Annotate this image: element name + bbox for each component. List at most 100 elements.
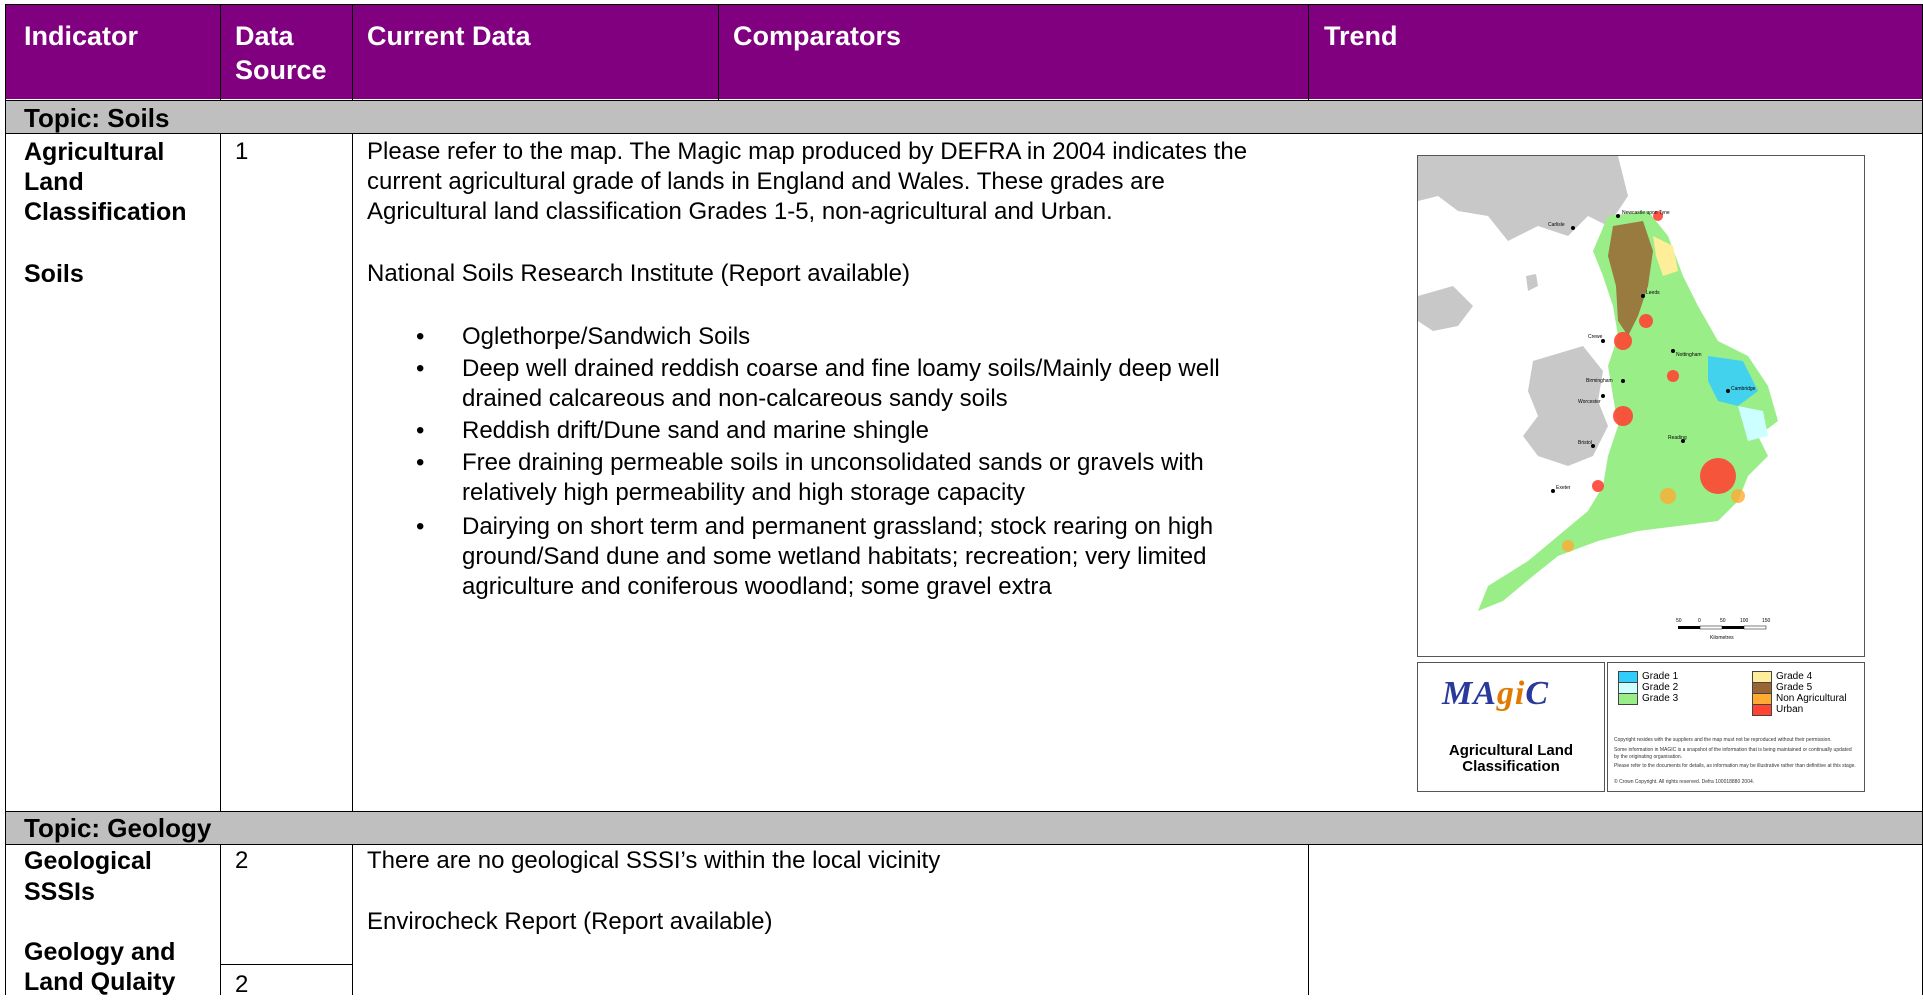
city-label: Bristol	[1578, 440, 1592, 446]
manchester-urban	[1614, 332, 1632, 350]
col-border	[352, 133, 353, 811]
alc-map: Newcastle upon Tyne Carlisle Leeds Crewe…	[1417, 155, 1865, 657]
non-ag-patch	[1562, 540, 1574, 552]
scotland-landmass	[1418, 156, 1628, 241]
ireland-landmass	[1418, 286, 1473, 331]
legend-label-grade3: Grade 3	[1642, 693, 1679, 704]
england-wales-map-svg: Newcastle upon Tyne Carlisle Leeds Crewe…	[1418, 156, 1778, 641]
bullet-dot-5: •	[416, 513, 425, 540]
city-dot	[1601, 394, 1605, 398]
city-dot	[1671, 349, 1675, 353]
non-ag-patch	[1660, 488, 1676, 504]
magic-logo-box: MAgiC Agricultural Land Classification	[1417, 662, 1605, 792]
geology-source-2: 2	[235, 971, 249, 998]
indicator-land-1: Geology and	[24, 938, 176, 966]
col-border	[352, 844, 353, 995]
scale-tick-label: 150	[1762, 618, 1771, 624]
col-border	[1308, 4, 1309, 100]
topic-geology: Topic: Geology	[24, 813, 212, 843]
bullet-2-line2: drained calcareous and non-calcareous sa…	[462, 385, 1008, 412]
logo-part-g: gi	[1496, 675, 1526, 712]
topic-soils-band	[5, 101, 1923, 133]
header-current-data: Current Data	[367, 21, 531, 51]
indicator-alc-2: Land	[24, 168, 84, 196]
bullet-5-line1: Dairying on short term and permanent gra…	[462, 513, 1214, 540]
city-label: Leeds	[1646, 290, 1660, 296]
leeds-urban	[1639, 314, 1653, 328]
topic-soils: Topic: Soils	[24, 103, 170, 133]
indicator-sssi-1: Geological	[24, 847, 152, 875]
scale-tick-label: 100	[1740, 618, 1749, 624]
indicator-land-2: Land Qulaity	[24, 968, 176, 996]
legend-swatch-urban	[1752, 704, 1772, 716]
col-border	[220, 133, 221, 811]
bullet-4-line1: Free draining permeable soils in unconso…	[462, 449, 1204, 476]
nottingham-urban	[1667, 370, 1679, 382]
copyright-2: Some information in MAGIC is a snapshot …	[1614, 747, 1852, 760]
bullet-1-line1: Oglethorpe/Sandwich Soils	[462, 323, 751, 350]
table-border-left	[5, 4, 6, 995]
scale-bar-white	[1743, 625, 1767, 630]
city-dot	[1621, 379, 1625, 383]
city-label: Worcester	[1578, 399, 1601, 405]
bullet-5-line3: agriculture and coniferous woodland; som…	[462, 573, 1052, 600]
col-border	[1308, 844, 1309, 995]
bullet-3-line1: Reddish drift/Dune sand and marine shing…	[462, 417, 929, 444]
scale-bar-black	[1678, 626, 1700, 629]
scale-tick-label: 50	[1720, 618, 1726, 624]
legend-title-2: Classification	[1462, 758, 1560, 775]
legend-label-urban: Urban	[1776, 704, 1804, 715]
city-dot	[1551, 489, 1555, 493]
london-urban	[1700, 458, 1736, 494]
geology-source-1: 2	[235, 847, 249, 874]
copyright-1: Copyright resides with the suppliers and…	[1614, 737, 1832, 743]
bullet-4-line2: relatively high permeability and high st…	[462, 479, 1025, 506]
topic-geology-band	[5, 812, 1923, 844]
header-indicator: Indicator	[24, 21, 139, 51]
table-border-top	[5, 4, 1923, 5]
non-ag-patch	[1731, 489, 1745, 503]
copyright-3: Please refer to the documents for detail…	[1614, 763, 1856, 769]
legend-swatch-grade3	[1618, 693, 1638, 705]
geology-text-1: There are no geological SSSI’s within th…	[367, 847, 941, 874]
city-label: Reading	[1668, 435, 1687, 441]
indicator-alc-1: Agricultural	[24, 138, 165, 166]
logo-part-a: MA	[1442, 675, 1497, 712]
bullet-5-line2: ground/Sand dune and some wetland habita…	[462, 543, 1207, 570]
soils-para1-line1: Please refer to the map. The Magic map p…	[367, 138, 1248, 165]
scale-tick-label: 50	[1676, 618, 1682, 624]
birmingham-urban	[1613, 406, 1633, 426]
soils-para1-line2: current agricultural grade of lands in E…	[367, 168, 1165, 195]
soils-para2: National Soils Research Institute (Repor…	[367, 260, 910, 287]
header-data-source-1: Data	[235, 21, 294, 51]
map-legend: Grade 1 Grade 2 Grade 3 Grade 4 Grade 5 …	[1607, 662, 1865, 792]
legend-label-grade4: Grade 4	[1776, 671, 1813, 682]
city-label: Birmingham	[1586, 378, 1613, 384]
magic-logo: MAgiC	[1442, 675, 1549, 713]
header-trend: Trend	[1324, 21, 1398, 51]
bullet-dot-4: •	[416, 449, 425, 476]
row-border	[5, 811, 1923, 812]
copyright-4: © Crown Copyright. All rights reserved. …	[1614, 779, 1755, 785]
legend-label-grade2: Grade 2	[1642, 682, 1679, 693]
header-data-source-2: Source	[235, 55, 327, 85]
city-label: Exeter	[1556, 485, 1571, 491]
soils-source: 1	[235, 138, 249, 165]
row-border	[5, 133, 1923, 134]
scale-bar-white	[1699, 625, 1723, 630]
bullet-2-line1: Deep well drained reddish coarse and fin…	[462, 355, 1220, 382]
legend-title-1: Agricultural Land	[1448, 742, 1574, 759]
city-dot	[1641, 294, 1645, 298]
city-dot	[1726, 389, 1730, 393]
city-dot	[1616, 214, 1620, 218]
indicator-alc-3: Classification	[24, 198, 187, 226]
scale-unit-label: Kilometres	[1710, 635, 1734, 641]
isle-man	[1526, 274, 1538, 291]
city-label: Nottingham	[1676, 352, 1702, 358]
city-label: Cambridge	[1731, 386, 1756, 392]
indicator-soils: Soils	[24, 260, 84, 288]
legend-label-grade1: Grade 1	[1642, 671, 1679, 682]
row-border	[5, 100, 1923, 101]
bullet-dot-3: •	[416, 417, 425, 444]
col-border	[220, 4, 221, 100]
